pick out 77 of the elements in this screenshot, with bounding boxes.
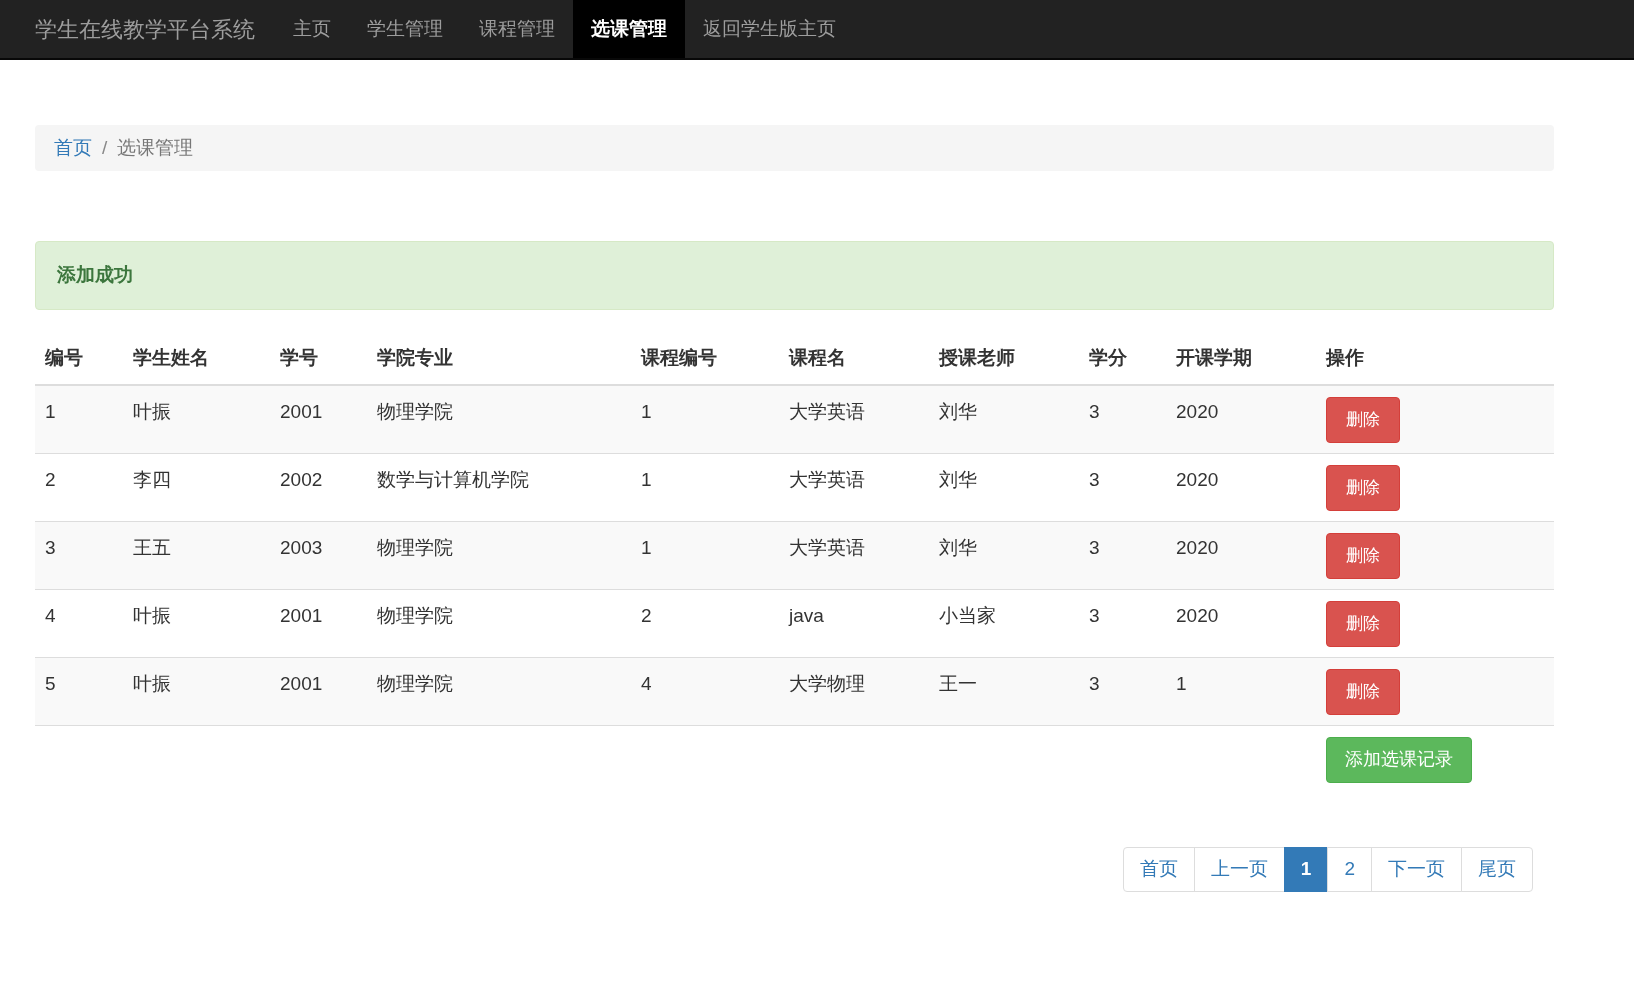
alert-message: 添加成功 (57, 263, 133, 288)
table-cell: 3 (1079, 589, 1166, 657)
table-cell: 4 (35, 589, 123, 657)
table-cell: 叶振 (123, 589, 270, 657)
nav-link[interactable]: 选课管理 (573, 0, 685, 58)
nav-link[interactable]: 返回学生版主页 (685, 0, 854, 58)
page-link[interactable]: 2 (1327, 846, 1372, 892)
table-cell: 1 (35, 385, 123, 453)
table-cell: 2003 (270, 521, 367, 589)
breadcrumb-separator: / (102, 135, 108, 160)
table-cell: 2020 (1166, 521, 1316, 589)
table-cell: 5 (35, 657, 123, 725)
table-cell: java (779, 589, 929, 657)
table-cell: 王一 (929, 657, 1079, 725)
table-cell: 1 (631, 385, 779, 453)
page-link[interactable]: 尾页 (1461, 846, 1533, 892)
column-header: 学院专业 (367, 332, 631, 385)
breadcrumb-link[interactable]: 首页 (54, 133, 92, 163)
table-cell: 王五 (123, 521, 270, 589)
table-cell: 数学与计算机学院 (367, 453, 631, 521)
delete-button[interactable]: 删除 (1326, 600, 1400, 647)
column-header: 操作 (1316, 332, 1554, 385)
table-cell: 1 (631, 521, 779, 589)
table-cell: 大学英语 (779, 453, 929, 521)
table-cell: 刘华 (929, 521, 1079, 589)
column-header: 学分 (1079, 332, 1166, 385)
table-cell: 李四 (123, 453, 270, 521)
nav-link[interactable]: 课程管理 (461, 0, 573, 58)
table-cell: 物理学院 (367, 657, 631, 725)
table-cell: 刘华 (929, 385, 1079, 453)
table-cell: 2 (35, 453, 123, 521)
table-cell: 小当家 (929, 589, 1079, 657)
table-cell: 2020 (1166, 453, 1316, 521)
nav-link[interactable]: 主页 (275, 0, 349, 58)
delete-button[interactable]: 删除 (1326, 464, 1400, 511)
table-cell: 叶振 (123, 385, 270, 453)
page-link[interactable]: 首页 (1122, 846, 1195, 892)
table-cell: 3 (1079, 521, 1166, 589)
table-cell: 1 (1166, 657, 1316, 725)
table-cell: 物理学院 (367, 521, 631, 589)
table-cell: 大学英语 (779, 521, 929, 589)
table-cell: 3 (1079, 385, 1166, 453)
table-cell: 2001 (270, 385, 367, 453)
page-link[interactable]: 1 (1283, 846, 1329, 892)
table-cell: 4 (631, 657, 779, 725)
table-cell: 2020 (1166, 385, 1316, 453)
table-cell: 3 (35, 521, 123, 589)
column-header: 学生姓名 (123, 332, 270, 385)
delete-button[interactable]: 删除 (1326, 532, 1400, 579)
table-cell: 2020 (1166, 589, 1316, 657)
column-header: 编号 (35, 332, 123, 385)
column-header: 课程编号 (631, 332, 779, 385)
table-cell: 大学物理 (779, 657, 929, 725)
table-cell: 物理学院 (367, 589, 631, 657)
table-cell: 叶振 (123, 657, 270, 725)
table-cell: 物理学院 (367, 385, 631, 453)
table-cell: 2002 (270, 453, 367, 521)
table-cell: 3 (1079, 657, 1166, 725)
page-link[interactable]: 上一页 (1193, 846, 1285, 892)
column-header: 授课老师 (929, 332, 1079, 385)
nav-link[interactable]: 学生管理 (349, 0, 461, 58)
table-cell: 2001 (270, 657, 367, 725)
table-cell: 刘华 (929, 453, 1079, 521)
table-cell: 1 (631, 453, 779, 521)
brand-title[interactable]: 学生在线教学平台系统 (35, 0, 255, 58)
page-link[interactable]: 下一页 (1371, 846, 1462, 892)
column-header: 开课学期 (1166, 332, 1316, 385)
column-header: 课程名 (779, 332, 929, 385)
table-cell: 3 (1079, 453, 1166, 521)
add-record-button[interactable]: 添加选课记录 (1326, 736, 1472, 783)
column-header: 学号 (270, 332, 367, 385)
delete-button[interactable]: 删除 (1326, 668, 1400, 715)
breadcrumb-current: 选课管理 (117, 135, 194, 160)
delete-button[interactable]: 删除 (1326, 397, 1400, 443)
table-cell: 2001 (270, 589, 367, 657)
table-cell: 2 (631, 589, 779, 657)
table-cell: 大学英语 (779, 385, 929, 453)
